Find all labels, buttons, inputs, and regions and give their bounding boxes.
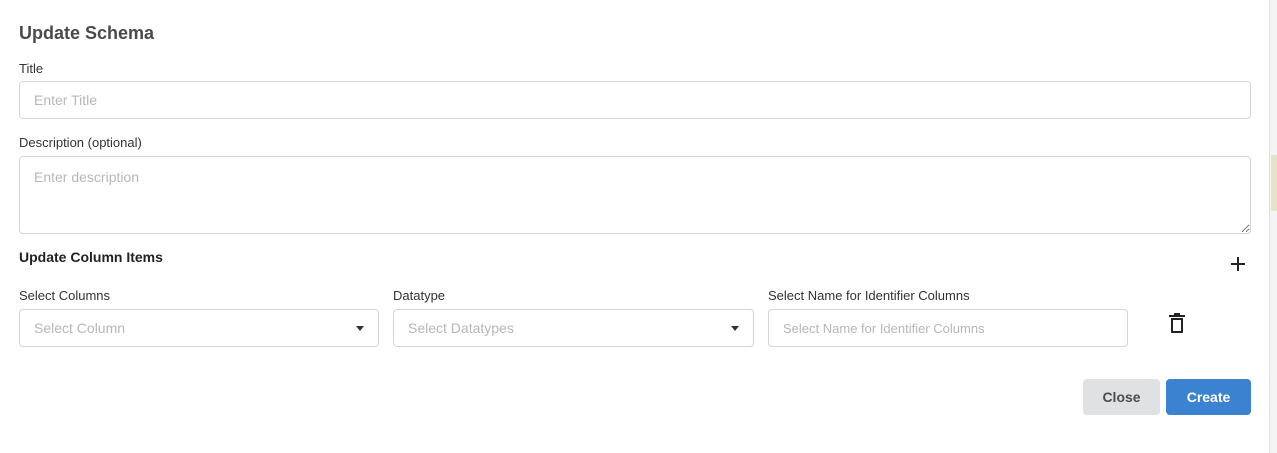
datatype-dropdown[interactable]: Select Datatypes	[393, 309, 754, 347]
update-schema-modal: Update Schema Title Description (optiona…	[0, 0, 1269, 453]
select-columns-dropdown[interactable]: Select Column	[19, 309, 379, 347]
description-label: Description (optional)	[19, 135, 142, 150]
trash-icon[interactable]	[1169, 313, 1185, 333]
create-button[interactable]: Create	[1166, 379, 1251, 415]
background-page-edge	[1269, 0, 1277, 453]
datatype-placeholder: Select Datatypes	[408, 320, 514, 336]
column-items-heading: Update Column Items	[19, 249, 163, 265]
chevron-down-icon	[731, 325, 739, 331]
chevron-down-icon	[356, 325, 364, 331]
description-textarea[interactable]	[19, 156, 1251, 234]
close-button[interactable]: Close	[1083, 379, 1160, 415]
select-columns-placeholder: Select Column	[34, 320, 126, 336]
modal-title: Update Schema	[19, 23, 155, 43]
datatype-label: Datatype	[393, 288, 446, 303]
select-columns-label: Select Columns	[19, 288, 111, 303]
identifier-label: Select Name for Identifier Columns	[768, 288, 970, 303]
plus-icon[interactable]	[1229, 255, 1247, 273]
title-label: Title	[19, 61, 44, 76]
title-input[interactable]	[19, 81, 1251, 119]
background-highlight	[1271, 155, 1277, 211]
identifier-name-input[interactable]	[768, 309, 1128, 347]
